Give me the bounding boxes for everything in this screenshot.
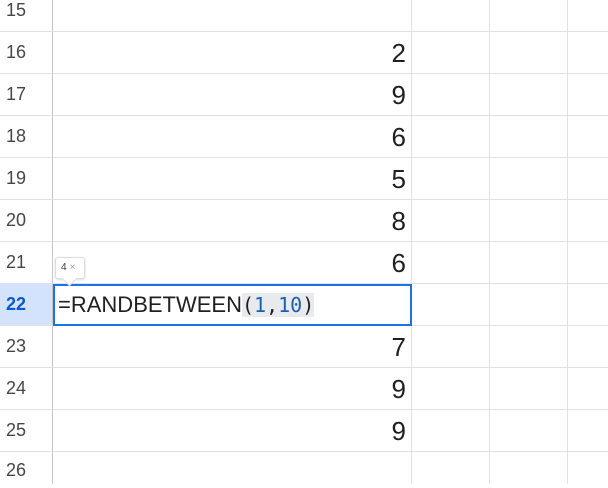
cell-a16[interactable]: 2 [53, 32, 412, 74]
cell-d25[interactable] [568, 410, 608, 452]
cell-c22[interactable] [490, 284, 568, 326]
row-header-23[interactable]: 23 [0, 326, 53, 368]
row-header-26[interactable]: 26 [0, 452, 53, 484]
cell-c25[interactable] [490, 410, 568, 452]
cell-a23[interactable]: 7 [53, 326, 412, 368]
row-header-24[interactable]: 24 [0, 368, 53, 410]
cell-a25[interactable]: 9 [53, 410, 412, 452]
row-header-20[interactable]: 20 [0, 200, 53, 242]
formula-function-name: RANDBETWEEN [70, 292, 242, 317]
cell-a19[interactable]: 5 [53, 158, 412, 200]
formula-comma: , [266, 293, 279, 317]
cell-b17[interactable] [412, 74, 490, 116]
formula-arg-high: 10 [278, 293, 303, 317]
formula-args: (1,10) [241, 293, 315, 317]
cell-c17[interactable] [490, 74, 568, 116]
cell-d21[interactable] [568, 242, 608, 284]
cell-c20[interactable] [490, 200, 568, 242]
cell-b21[interactable] [412, 242, 490, 284]
close-icon[interactable]: × [70, 262, 76, 273]
cell-d18[interactable] [568, 116, 608, 158]
preview-value: 4 [61, 262, 67, 273]
row-header-19[interactable]: 19 [0, 158, 53, 200]
formula-close-paren: ) [302, 293, 315, 317]
cell-c19[interactable] [490, 158, 568, 200]
cell-b15[interactable] [412, 0, 490, 32]
formula-result-preview: 4 × [55, 257, 85, 279]
cell-a18[interactable]: 6 [53, 116, 412, 158]
cell-b25[interactable] [412, 410, 490, 452]
cell-c23[interactable] [490, 326, 568, 368]
formula-equals: = [58, 292, 71, 317]
cell-c18[interactable] [490, 116, 568, 158]
cell-editor-a22[interactable]: =RANDBETWEEN(1,10) [53, 284, 412, 326]
cell-d26[interactable] [568, 452, 608, 484]
cell-c26[interactable] [490, 452, 568, 484]
cell-b20[interactable] [412, 200, 490, 242]
cell-c21[interactable] [490, 242, 568, 284]
cell-d19[interactable] [568, 158, 608, 200]
cell-a20[interactable]: 8 [53, 200, 412, 242]
cell-c16[interactable] [490, 32, 568, 74]
cell-d15[interactable] [568, 0, 608, 32]
row-header-16[interactable]: 16 [0, 32, 53, 74]
cell-d24[interactable] [568, 368, 608, 410]
row-header-18[interactable]: 18 [0, 116, 53, 158]
cell-b23[interactable] [412, 326, 490, 368]
row-header-15[interactable]: 15 [0, 0, 53, 32]
cell-a15[interactable] [53, 0, 412, 32]
cell-c15[interactable] [490, 0, 568, 32]
cell-b18[interactable] [412, 116, 490, 158]
cell-a21[interactable]: 6 [53, 242, 412, 284]
cell-b22[interactable] [412, 284, 490, 326]
spreadsheet-grid: 15 16 2 17 9 18 6 19 5 20 8 21 6 22 23 7… [0, 0, 608, 484]
cell-b24[interactable] [412, 368, 490, 410]
cell-a17[interactable]: 9 [53, 74, 412, 116]
row-header-25[interactable]: 25 [0, 410, 53, 452]
formula-open-paren: ( [241, 293, 255, 317]
cell-d23[interactable] [568, 326, 608, 368]
cell-d17[interactable] [568, 74, 608, 116]
cell-a26[interactable] [53, 452, 412, 484]
row-header-17[interactable]: 17 [0, 74, 53, 116]
cell-d22[interactable] [568, 284, 608, 326]
cell-c24[interactable] [490, 368, 568, 410]
cell-d20[interactable] [568, 200, 608, 242]
row-header-21[interactable]: 21 [0, 242, 53, 284]
cell-b26[interactable] [412, 452, 490, 484]
cell-b16[interactable] [412, 32, 490, 74]
formula-arg-low: 1 [254, 293, 267, 317]
cell-d16[interactable] [568, 32, 608, 74]
row-header-22[interactable]: 22 [0, 284, 53, 326]
cell-a24[interactable]: 9 [53, 368, 412, 410]
cell-b19[interactable] [412, 158, 490, 200]
